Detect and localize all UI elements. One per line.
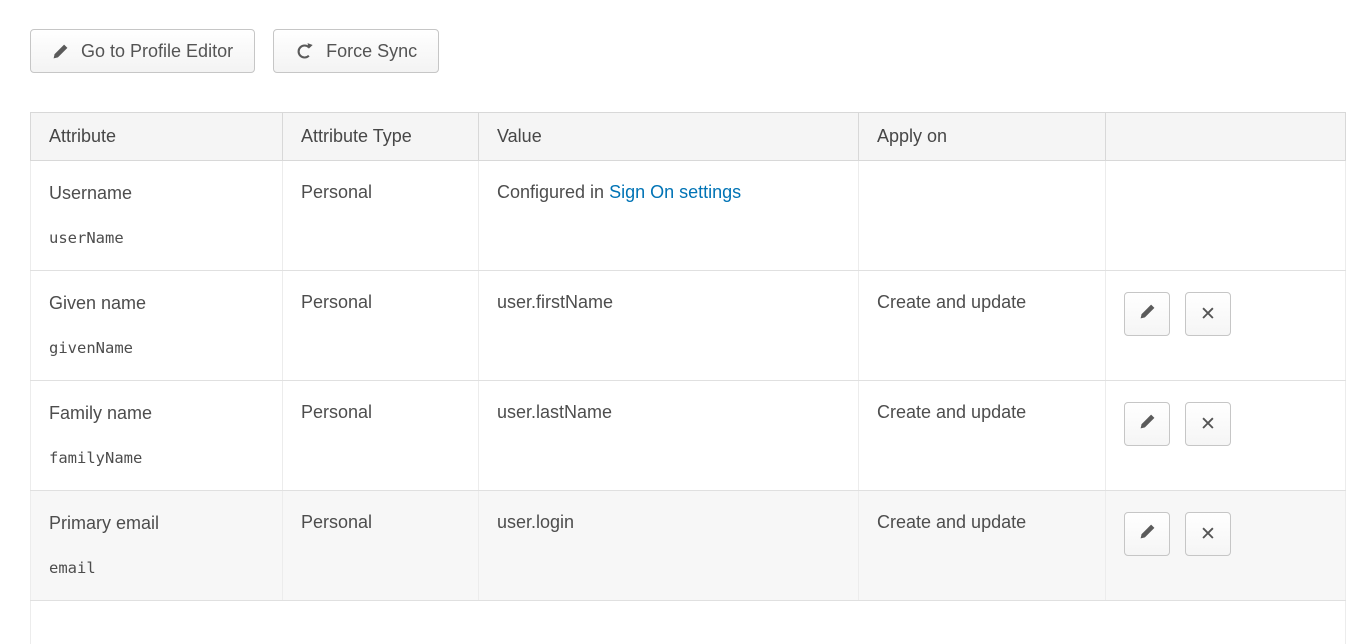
force-sync-label: Force Sync [326,41,417,62]
apply-on-cell: Create and update [859,491,1106,601]
value-cell: user.lastName [479,381,859,491]
attribute-display-name: Family name [49,402,264,424]
edit-attribute-button[interactable] [1124,402,1170,446]
attribute-display-name: Primary email [49,512,264,534]
actions-cell: ✕ [1106,271,1346,381]
value-text: Configured in [497,182,609,202]
value-cell: user.login [479,491,859,601]
delete-attribute-button[interactable]: ✕ [1185,292,1231,336]
header-value: Value [479,113,859,161]
apply-on-cell [859,161,1106,271]
x-icon: ✕ [1200,525,1216,544]
actions-cell: ✕ [1106,381,1346,491]
empty-cell [31,601,1346,644]
attribute-display-name: Username [49,182,264,204]
force-sync-button[interactable]: Force Sync [273,29,439,73]
attribute-type-cell: Personal [283,161,479,271]
pencil-icon [1139,413,1156,436]
header-attribute: Attribute [31,113,283,161]
go-to-profile-editor-label: Go to Profile Editor [81,41,233,62]
toolbar: Go to Profile Editor Force Sync [0,0,1370,73]
header-apply-on: Apply on [859,113,1106,161]
table-row-empty [31,601,1346,644]
actions-cell: ✕ [1106,491,1346,601]
table-row-family-name: Family name familyName Personal user.las… [31,381,1346,491]
sign-on-settings-link[interactable]: Sign On settings [609,182,741,202]
delete-attribute-button[interactable]: ✕ [1185,402,1231,446]
delete-attribute-button[interactable]: ✕ [1185,512,1231,556]
x-icon: ✕ [1200,305,1216,324]
attribute-variable-name: familyName [49,448,264,468]
attribute-cell: Family name familyName [31,381,283,491]
edit-attribute-button[interactable] [1124,512,1170,556]
value-cell: Configured in Sign On settings [479,161,859,271]
pencil-icon [52,43,69,60]
go-to-profile-editor-button[interactable]: Go to Profile Editor [30,29,255,73]
attribute-variable-name: userName [49,228,264,248]
attribute-cell: Username userName [31,161,283,271]
attribute-cell: Given name givenName [31,271,283,381]
header-attribute-type: Attribute Type [283,113,479,161]
refresh-icon [295,42,314,61]
value-cell: user.firstName [479,271,859,381]
actions-cell [1106,161,1346,271]
attribute-type-cell: Personal [283,491,479,601]
edit-attribute-button[interactable] [1124,292,1170,336]
attribute-mappings-page: Go to Profile Editor Force Sync Attribut… [0,0,1370,644]
attribute-variable-name: email [49,558,264,578]
x-icon: ✕ [1200,415,1216,434]
apply-on-cell: Create and update [859,271,1106,381]
apply-on-cell: Create and update [859,381,1106,491]
table-row-username: Username userName Personal Configured in… [31,161,1346,271]
header-actions [1106,113,1346,161]
attribute-variable-name: givenName [49,338,264,358]
attribute-cell: Primary email email [31,491,283,601]
pencil-icon [1139,303,1156,326]
table-row-primary-email: Primary email email Personal user.login … [31,491,1346,601]
pencil-icon [1139,523,1156,546]
attribute-display-name: Given name [49,292,264,314]
table-row-given-name: Given name givenName Personal user.first… [31,271,1346,381]
table-header-row: Attribute Attribute Type Value Apply on [31,113,1346,161]
attribute-type-cell: Personal [283,271,479,381]
attribute-type-cell: Personal [283,381,479,491]
attribute-mapping-table: Attribute Attribute Type Value Apply on … [30,112,1346,644]
